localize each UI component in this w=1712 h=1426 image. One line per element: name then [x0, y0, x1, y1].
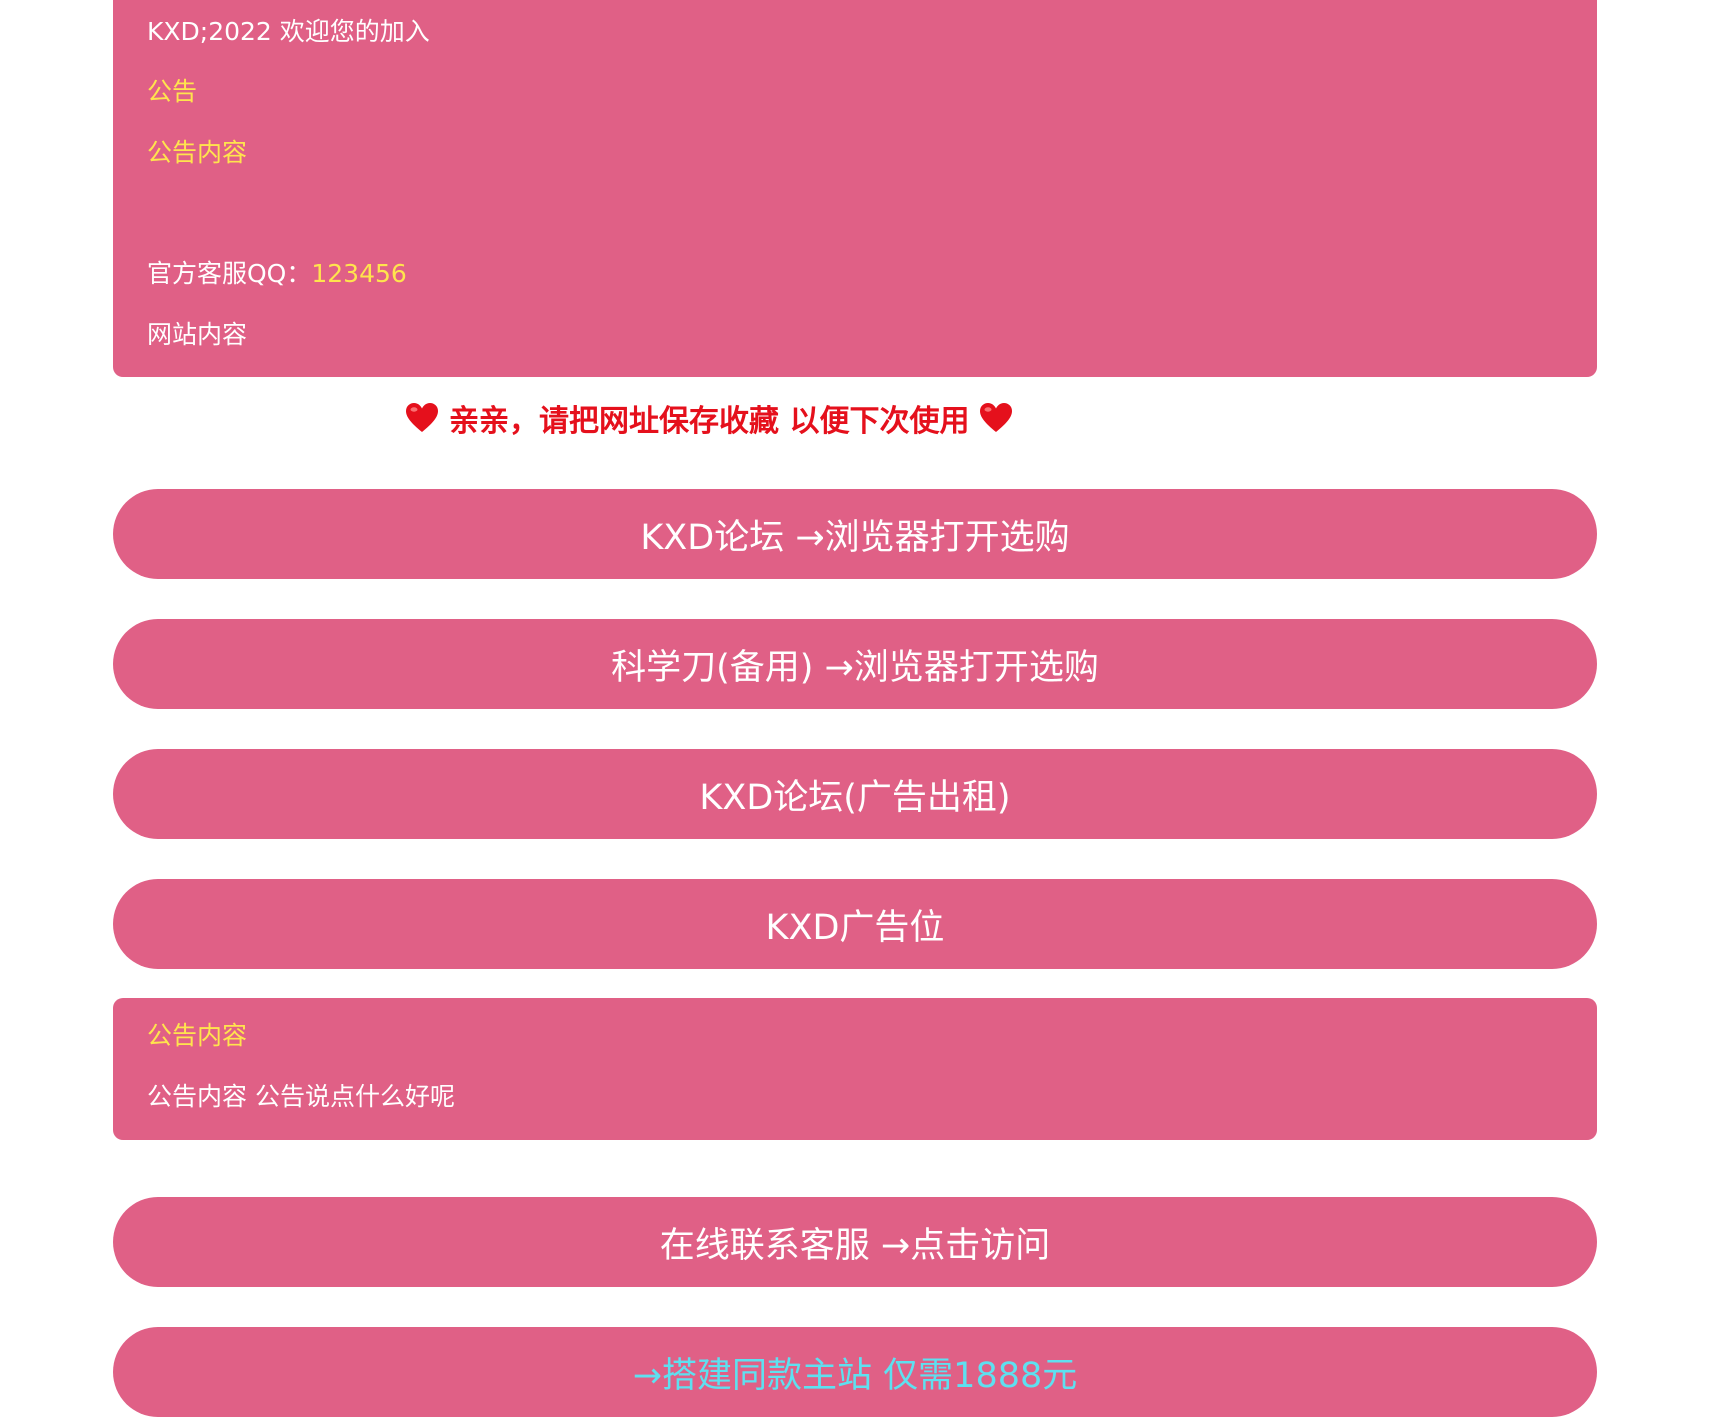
- notice-panel: 公告内容 公告内容 公告说点什么好呢: [113, 998, 1597, 1140]
- bookmark-reminder: 亲亲，请把网址保存收藏 以便下次使用: [395, 396, 1023, 440]
- forum-ad-rental-button[interactable]: KXD论坛(广告出租): [113, 749, 1597, 839]
- notice-panel-body: 公告内容 公告说点什么好呢: [147, 1082, 455, 1111]
- notice-heading: 公告: [147, 77, 198, 106]
- kexuedao-backup-button[interactable]: 科学刀(备用) →浏览器打开选购: [113, 619, 1597, 709]
- welcome-text: KXD;2022 欢迎您的加入: [147, 17, 430, 46]
- page: KXD;2022 欢迎您的加入 公告 公告内容 官方客服QQ：123456 网站…: [0, 0, 1712, 1426]
- heart-icon: [405, 402, 439, 434]
- info-panel: KXD;2022 欢迎您的加入 公告 公告内容 官方客服QQ：123456 网站…: [113, 0, 1597, 377]
- qq-label: 官方客服QQ：: [147, 259, 312, 288]
- ad-slot-button[interactable]: KXD广告位: [113, 879, 1597, 969]
- build-site-button[interactable]: →搭建同款主站 仅需1888元: [113, 1327, 1597, 1417]
- contact-support-button[interactable]: 在线联系客服 →点击访问: [113, 1197, 1597, 1287]
- qq-number[interactable]: 123456: [311, 259, 406, 288]
- notice-panel-heading: 公告内容: [147, 1021, 248, 1050]
- reminder-text: 亲亲，请把网址保存收藏 以便下次使用: [449, 404, 970, 439]
- qq-row: 官方客服QQ：123456: [147, 258, 407, 290]
- kxd-forum-button[interactable]: KXD论坛 →浏览器打开选购: [113, 489, 1597, 579]
- heart-icon: [979, 402, 1013, 434]
- site-content-text: 网站内容: [147, 320, 248, 349]
- notice-content: 公告内容: [147, 138, 248, 167]
